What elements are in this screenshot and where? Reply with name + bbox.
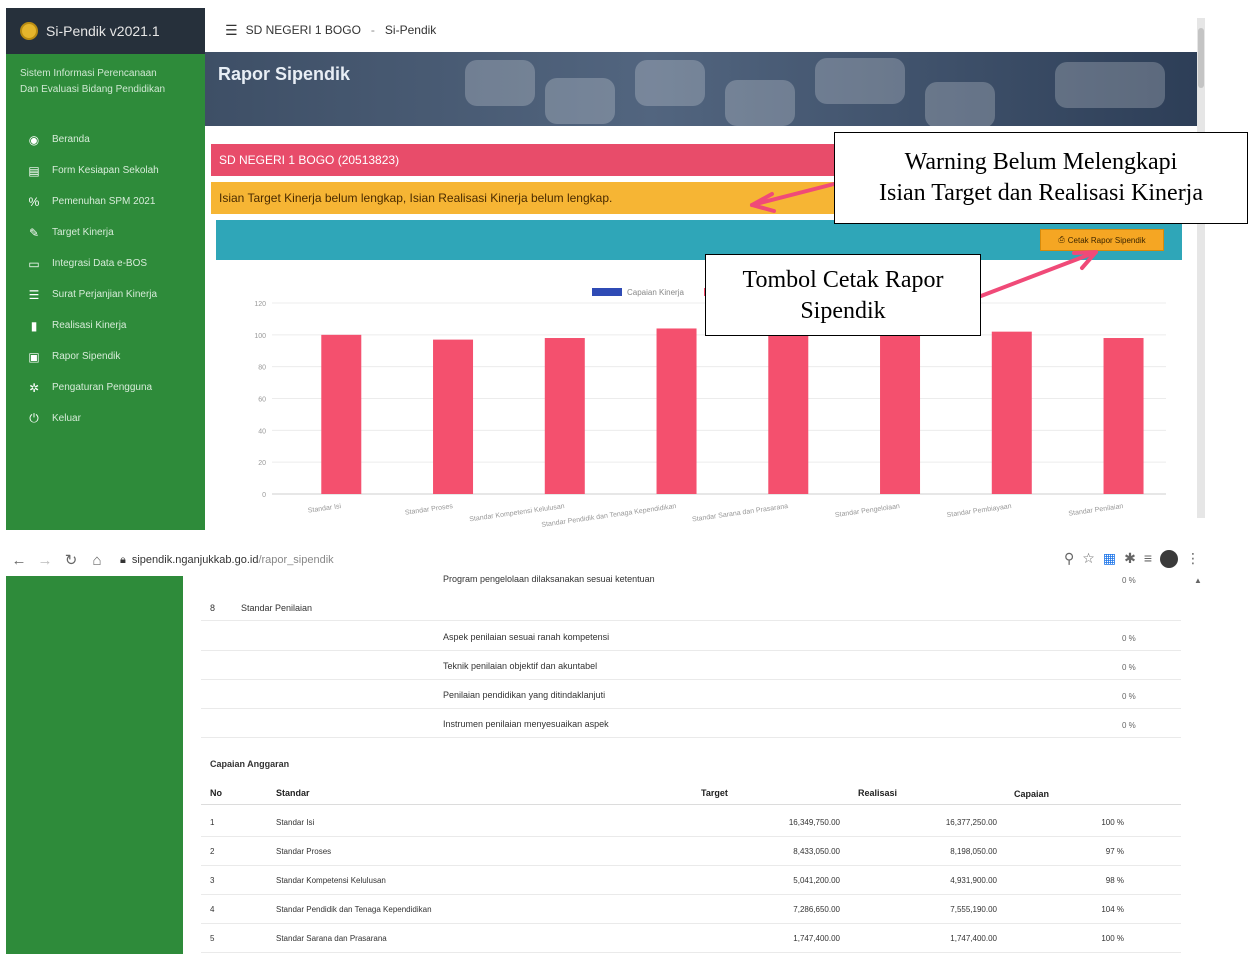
row-divider xyxy=(201,865,1181,866)
budget-cell-target: 16,349,750.00 xyxy=(788,818,840,827)
zoom-icon[interactable]: ⚲ xyxy=(1064,550,1074,568)
row-divider xyxy=(201,650,1181,651)
budget-cell-capaian: 104 % xyxy=(1101,905,1124,914)
budget-cell-standar: Standar Kompetensi Kelulusan xyxy=(276,876,386,885)
print-annotation-line-2: Sipendik xyxy=(800,298,886,324)
budget-section-title: Capaian Anggaran xyxy=(210,759,290,769)
standard-number: 8 xyxy=(210,603,216,613)
print-annotation-callout: Tombol Cetak Rapor Sipendik xyxy=(705,254,981,336)
indicator-pct: 0 % xyxy=(1122,663,1136,672)
budget-header-standar: Standar xyxy=(276,788,310,798)
indicator-text: Teknik penilaian objektif dan akuntabel xyxy=(443,661,598,671)
budget-header-target: Target xyxy=(701,788,728,798)
row-divider xyxy=(201,923,1181,924)
puzzle-icon[interactable]: ✱ xyxy=(1124,550,1136,568)
address-bar[interactable]: 🔒︎ sipendik.nganjukkab.go.id/rapor_sipend… xyxy=(120,554,334,567)
url-path: /rapor_sipendik xyxy=(258,553,334,566)
budget-header-no: No xyxy=(210,788,222,798)
scroll-up-icon[interactable]: ▲ xyxy=(1194,576,1202,585)
warning-annotation-callout: Warning Belum Melengkapi Isian Target da… xyxy=(834,132,1248,224)
print-arrow-shaft xyxy=(979,250,1098,298)
warning-annotation-line-2: Isian Target dan Realisasi Kinerja xyxy=(879,180,1203,206)
rapor-detail-screenshot: Program pengelolaan dilaksanakan sesuai … xyxy=(6,574,1206,954)
row-divider xyxy=(201,737,1181,738)
bookmark-star-icon[interactable]: ☆ xyxy=(1082,550,1095,568)
budget-cell-standar: Standar Pendidik dan Tenaga Kependidikan xyxy=(276,905,432,914)
indicator-pct: 0 % xyxy=(1122,634,1136,643)
budget-cell-standar: Standar Isi xyxy=(276,818,315,827)
budget-header-capaian: Capaian xyxy=(1014,789,1050,799)
indicator-pct: 0 % xyxy=(1122,692,1136,701)
browser-toolbar: ← → ↻ ⌂ 🔒︎ sipendik.nganjukkab.go.id/rapo… xyxy=(6,544,1206,576)
row-divider xyxy=(201,836,1181,837)
budget-cell-no: 3 xyxy=(210,876,215,885)
budget-cell-no: 5 xyxy=(210,934,215,943)
budget-cell-realisasi: 8,198,050.00 xyxy=(950,847,997,856)
row-divider xyxy=(201,620,1181,621)
budget-cell-no: 1 xyxy=(210,818,215,827)
profile-avatar[interactable] xyxy=(1160,550,1178,568)
row-divider xyxy=(201,708,1181,709)
prev-indicator-pct: 0 % xyxy=(1122,576,1136,585)
browser-toolbar-actions: ⚲ ☆ ▦ ✱ ≡ ⋮ xyxy=(1064,550,1200,568)
indicator-text: Instrumen penilaian menyesuaikan aspek xyxy=(443,719,609,729)
budget-cell-realisasi: 1,747,400.00 xyxy=(950,934,997,943)
indicator-text: Penilaian pendidikan yang ditindaklanjut… xyxy=(443,690,606,700)
budget-cell-no: 2 xyxy=(210,847,215,856)
budget-cell-capaian: 100 % xyxy=(1101,934,1124,943)
budget-cell-realisasi: 7,555,190.00 xyxy=(950,905,997,914)
budget-cell-standar: Standar Sarana dan Prasarana xyxy=(276,934,387,943)
budget-cell-realisasi: 16,377,250.00 xyxy=(945,818,997,827)
indicator-text: Aspek penilaian sesuai ranah kompetensi xyxy=(443,632,610,642)
row-divider xyxy=(201,894,1181,895)
budget-cell-standar: Standar Proses xyxy=(276,847,332,856)
more-menu-icon[interactable]: ⋮ xyxy=(1186,550,1200,568)
budget-cell-target: 1,747,400.00 xyxy=(793,934,840,943)
indicator-pct: 0 % xyxy=(1122,721,1136,730)
row-divider xyxy=(201,679,1181,680)
prev-indicator-text: Program pengelolaan dilaksanakan sesuai … xyxy=(443,574,655,584)
warning-annotation-line-1: Warning Belum Melengkapi xyxy=(904,149,1178,175)
budget-cell-capaian: 97 % xyxy=(1105,847,1124,856)
budget-cell-target: 7,286,650.00 xyxy=(793,905,840,914)
row-divider xyxy=(201,952,1181,953)
header-divider xyxy=(201,804,1181,805)
url-host: sipendik.nganjukkab.go.id xyxy=(131,553,259,566)
extension-icon[interactable]: ▦ xyxy=(1103,550,1116,568)
home-icon[interactable]: ⌂ xyxy=(84,552,110,569)
sidebar-bottom xyxy=(6,576,183,954)
budget-cell-capaian: 100 % xyxy=(1101,818,1124,827)
budget-cell-target: 8,433,050.00 xyxy=(793,847,840,856)
budget-cell-no: 4 xyxy=(210,905,215,914)
print-annotation-line-1: Tombol Cetak Rapor xyxy=(742,267,944,293)
lock-icon: 🔒︎ xyxy=(120,553,126,566)
warning-arrowhead xyxy=(750,203,776,213)
back-icon[interactable]: ← xyxy=(6,552,32,569)
budget-cell-realisasi: 4,931,900.00 xyxy=(950,876,997,885)
forward-icon[interactable]: → xyxy=(32,552,58,569)
warning-arrow-shaft xyxy=(750,182,836,207)
reload-icon[interactable]: ↻ xyxy=(58,551,84,569)
budget-cell-capaian: 98 % xyxy=(1105,876,1124,885)
budget-header-realisasi: Realisasi xyxy=(858,788,898,798)
standard-name: Standar Penilaian xyxy=(241,603,313,613)
reading-list-icon[interactable]: ≡ xyxy=(1144,550,1152,568)
budget-cell-target: 5,041,200.00 xyxy=(793,876,840,885)
